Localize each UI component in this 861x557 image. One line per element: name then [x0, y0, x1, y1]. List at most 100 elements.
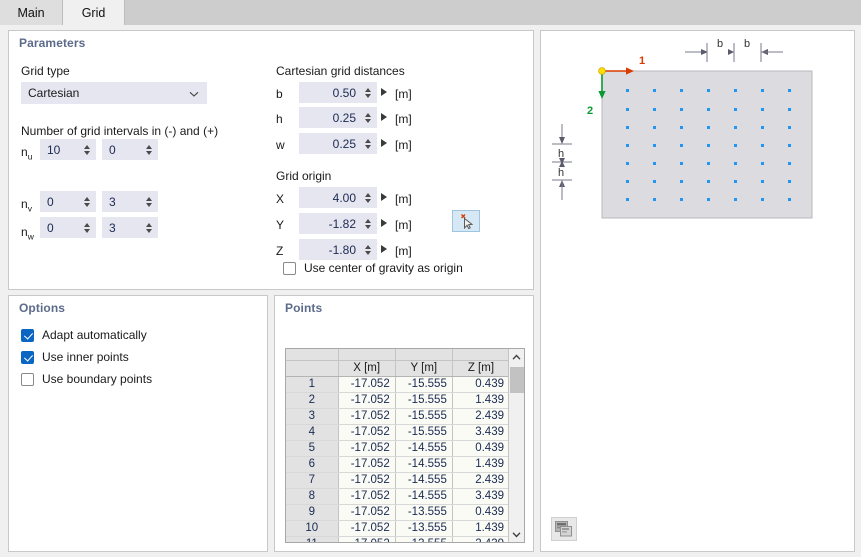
- nu-plus-input[interactable]: 0: [102, 139, 158, 160]
- cell-y[interactable]: -15.555: [395, 408, 453, 425]
- cell-x[interactable]: -17.052: [338, 472, 396, 489]
- table-row[interactable]: 11-17.052-13.5552.439: [286, 536, 509, 542]
- table-row[interactable]: 5 -17.052 -14.555 0.439: [286, 440, 509, 457]
- pick-point-cursor-icon[interactable]: [452, 210, 480, 232]
- cell-y[interactable]: -13.555: [395, 504, 453, 521]
- cell-y[interactable]: -14.555: [395, 488, 453, 505]
- table-row[interactable]: 4 -17.052 -15.555 3.439: [286, 424, 509, 441]
- origin-y-expand-icon[interactable]: [381, 219, 387, 227]
- cell-x[interactable]: -17.052: [338, 504, 396, 521]
- image-thumbnail-icon[interactable]: [551, 517, 577, 541]
- distance-h-spinner[interactable]: [361, 107, 374, 128]
- distance-b-spinner[interactable]: [361, 82, 374, 103]
- nw-minus-input[interactable]: 0: [40, 217, 96, 238]
- use-center-of-gravity-checkbox[interactable]: Use center of gravity as origin: [283, 261, 463, 275]
- cell-z[interactable]: 1.439: [452, 392, 509, 409]
- row-index-cell[interactable]: 9: [286, 504, 339, 521]
- cell-z[interactable]: 3.439: [452, 424, 509, 441]
- cell-y[interactable]: -14.555: [395, 456, 453, 473]
- row-index-cell[interactable]: 6: [286, 456, 339, 473]
- grid-preview-graphic[interactable]: 1 2 b b h h: [541, 31, 854, 551]
- nv-minus-input[interactable]: 0: [40, 191, 96, 212]
- cell-z[interactable]: 0.439: [452, 504, 509, 521]
- origin-x-input[interactable]: 4.00: [299, 187, 377, 208]
- distance-w-expand-icon[interactable]: [381, 139, 387, 147]
- scrollbar-thumb[interactable]: [510, 367, 524, 393]
- row-index-cell[interactable]: 10: [286, 520, 339, 537]
- chevron-up-icon[interactable]: [509, 349, 524, 365]
- column-header-z[interactable]: Z [m]: [452, 360, 509, 377]
- table-row[interactable]: 1 -17.052 -15.555 0.439: [286, 376, 509, 393]
- row-index-cell[interactable]: 3: [286, 408, 339, 425]
- table-row[interactable]: 2 -17.052 -15.555 1.439: [286, 392, 509, 409]
- table-row[interactable]: 3 -17.052 -15.555 2.439: [286, 408, 509, 425]
- cell-z[interactable]: 3.439: [452, 488, 509, 505]
- cell-z[interactable]: 1.439: [452, 520, 509, 537]
- table-row[interactable]: 8 -17.052 -14.555 3.439: [286, 488, 509, 505]
- cell-y[interactable]: -13.555: [395, 520, 453, 537]
- cell-y[interactable]: -15.555: [395, 392, 453, 409]
- row-index-cell[interactable]: 8: [286, 488, 339, 505]
- option-adapt-automatically[interactable]: Adapt automatically: [21, 328, 147, 342]
- cell-x[interactable]: -17.052: [338, 536, 396, 542]
- grid-type-select[interactable]: Cartesian: [21, 82, 207, 104]
- tab-main[interactable]: Main: [0, 0, 63, 25]
- cell-y[interactable]: -14.555: [395, 472, 453, 489]
- cell-z[interactable]: 0.439: [452, 440, 509, 457]
- table-row[interactable]: 6 -17.052 -14.555 1.439: [286, 456, 509, 473]
- distance-h-input[interactable]: 0.25: [299, 107, 377, 128]
- column-header-index[interactable]: [286, 360, 339, 377]
- nu-minus-input[interactable]: 10: [40, 139, 96, 160]
- origin-z-input[interactable]: -1.80: [299, 239, 377, 260]
- nv-minus-spinner[interactable]: [80, 191, 93, 212]
- column-header-x[interactable]: X [m]: [338, 360, 396, 377]
- row-index-cell[interactable]: 2: [286, 392, 339, 409]
- origin-z-expand-icon[interactable]: [381, 245, 387, 253]
- row-index-cell[interactable]: 5: [286, 440, 339, 457]
- table-row[interactable]: 9 -17.052 -13.555 0.439: [286, 504, 509, 521]
- nw-minus-spinner[interactable]: [80, 217, 93, 238]
- cell-y[interactable]: -15.555: [395, 376, 453, 393]
- column-header-y[interactable]: Y [m]: [395, 360, 453, 377]
- table-row[interactable]: 7 -17.052 -14.555 2.439: [286, 472, 509, 489]
- table-row[interactable]: 10 -17.052 -13.555 1.439: [286, 520, 509, 537]
- cell-x[interactable]: -17.052: [338, 456, 396, 473]
- cell-x[interactable]: -17.052: [338, 376, 396, 393]
- row-index-cell[interactable]: 4: [286, 424, 339, 441]
- distance-h-expand-icon[interactable]: [381, 113, 387, 121]
- chevron-down-icon[interactable]: [509, 526, 524, 542]
- distance-b-input[interactable]: 0.50: [299, 82, 377, 103]
- cell-y[interactable]: -15.555: [395, 424, 453, 441]
- cell-x[interactable]: -17.052: [338, 392, 396, 409]
- cell-z[interactable]: 2.439: [452, 536, 509, 542]
- cell-z[interactable]: 2.439: [452, 408, 509, 425]
- cell-x[interactable]: -17.052: [338, 424, 396, 441]
- cell-y[interactable]: -13.555: [395, 536, 453, 542]
- nw-plus-spinner[interactable]: [142, 217, 155, 238]
- nw-plus-input[interactable]: 3: [102, 217, 158, 238]
- option-use-inner-points[interactable]: Use inner points: [21, 350, 129, 364]
- preview-panel[interactable]: 1 2 b b h h: [540, 30, 855, 552]
- row-index-cell[interactable]: 7: [286, 472, 339, 489]
- cell-x[interactable]: -17.052: [338, 520, 396, 537]
- tab-grid[interactable]: Grid: [63, 0, 125, 26]
- cell-z[interactable]: 1.439: [452, 456, 509, 473]
- distance-b-expand-icon[interactable]: [381, 88, 387, 96]
- origin-y-spinner[interactable]: [361, 213, 374, 234]
- cell-x[interactable]: -17.052: [338, 440, 396, 457]
- points-table-scrollbar[interactable]: [508, 349, 524, 542]
- origin-x-spinner[interactable]: [361, 187, 374, 208]
- origin-z-spinner[interactable]: [361, 239, 374, 260]
- distance-w-spinner[interactable]: [361, 133, 374, 154]
- row-index-cell[interactable]: 11: [286, 536, 339, 542]
- cell-z[interactable]: 2.439: [452, 472, 509, 489]
- nu-minus-spinner[interactable]: [80, 139, 93, 160]
- distance-w-input[interactable]: 0.25: [299, 133, 377, 154]
- origin-x-expand-icon[interactable]: [381, 193, 387, 201]
- cell-x[interactable]: -17.052: [338, 408, 396, 425]
- cell-x[interactable]: -17.052: [338, 488, 396, 505]
- nv-plus-input[interactable]: 3: [102, 191, 158, 212]
- origin-y-input[interactable]: -1.82: [299, 213, 377, 234]
- cell-z[interactable]: 0.439: [452, 376, 509, 393]
- nv-plus-spinner[interactable]: [142, 191, 155, 212]
